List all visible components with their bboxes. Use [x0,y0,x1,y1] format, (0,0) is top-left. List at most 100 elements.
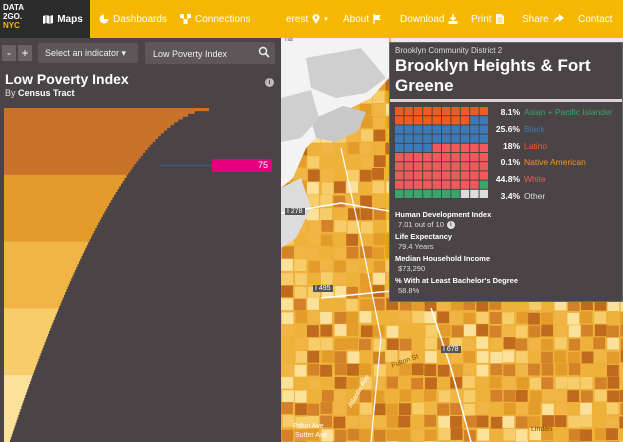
census-tract[interactable] [502,377,515,390]
census-tract[interactable] [541,351,553,364]
census-tract[interactable] [607,337,620,350]
census-tract[interactable] [438,390,451,403]
census-tract[interactable] [463,390,476,402]
download-link[interactable]: Download [400,0,458,38]
census-tract[interactable] [334,311,347,324]
census-tract[interactable] [463,338,475,351]
zoom-out-button[interactable]: - [2,45,16,61]
census-tract[interactable] [411,377,424,390]
census-tract[interactable] [580,429,592,442]
census-tract[interactable] [360,402,373,415]
census-tract[interactable] [594,389,607,402]
census-tract[interactable] [373,403,386,416]
census-tract[interactable] [594,402,607,415]
census-tract[interactable] [320,272,333,285]
census-tract[interactable] [307,247,320,259]
census-tract[interactable] [346,312,358,324]
census-tract[interactable] [567,377,580,389]
census-tract[interactable] [619,390,623,402]
census-tract[interactable] [607,390,620,403]
census-tract[interactable] [541,338,553,351]
about-link[interactable]: About [343,0,382,38]
census-tract[interactable] [476,415,489,428]
census-tract[interactable] [476,311,489,324]
census-tract[interactable] [542,389,555,402]
census-tract[interactable] [307,169,320,182]
census-tract[interactable] [515,338,528,351]
census-tract[interactable] [346,156,359,169]
census-tract[interactable] [281,273,294,286]
census-tract[interactable] [373,272,385,285]
census-tract[interactable] [554,390,567,402]
census-tract[interactable] [295,351,308,363]
census-tract[interactable] [360,221,373,234]
census-tract[interactable] [307,273,320,286]
census-tract[interactable] [554,350,566,363]
census-tract[interactable] [580,377,593,389]
census-tract[interactable] [528,402,541,415]
census-tract[interactable] [307,403,320,416]
census-tract[interactable] [593,337,606,350]
census-tract[interactable] [281,312,294,325]
census-tract[interactable] [606,402,619,415]
census-tract[interactable] [490,389,503,402]
census-tract[interactable] [594,377,607,390]
census-tract[interactable] [503,389,516,402]
census-tract[interactable] [568,402,580,415]
census-tract[interactable] [398,377,410,390]
selected-tract-value-marker[interactable]: 75 [212,159,272,172]
census-tract[interactable] [594,311,607,324]
census-tract[interactable] [489,403,502,416]
ranked-distribution-chart[interactable] [0,104,281,442]
census-tract[interactable] [320,324,333,337]
census-tract[interactable] [334,169,347,182]
info-icon[interactable]: i [446,221,455,230]
data2go-logo[interactable]: DATA 2GO. NYC [0,0,36,38]
census-tract[interactable] [502,416,515,428]
census-tract[interactable] [372,285,385,297]
census-tract[interactable] [333,195,346,208]
census-tract[interactable] [385,311,398,323]
census-tract[interactable] [529,377,542,390]
census-tract[interactable] [516,402,528,414]
census-tract[interactable] [515,416,528,429]
census-tract[interactable] [515,429,528,442]
census-tract[interactable] [437,403,450,416]
maps-tab[interactable]: Maps [36,0,90,38]
zoom-in-button[interactable]: + [18,45,32,61]
census-tract[interactable] [554,428,566,441]
census-tract[interactable] [346,272,358,285]
search-icon[interactable] [258,46,270,58]
census-tract[interactable] [373,364,386,377]
census-tract[interactable] [503,428,516,441]
census-tract[interactable] [477,428,490,441]
census-tract[interactable] [321,169,334,182]
census-tract[interactable] [282,390,294,402]
census-tract[interactable] [541,324,554,337]
census-tract[interactable] [555,403,568,416]
census-tract[interactable] [528,325,541,338]
census-tract[interactable] [515,325,528,338]
census-tract[interactable] [334,390,346,403]
census-tract[interactable] [281,285,293,298]
census-tract[interactable] [450,416,462,428]
census-tract[interactable] [502,325,515,338]
points-of-interest-dropdown[interactable]: erest ▾ [286,0,328,38]
census-tract[interactable] [490,337,503,350]
census-tract[interactable] [373,155,386,168]
census-tract[interactable] [295,403,307,416]
census-tract[interactable] [360,155,373,168]
census-tract[interactable] [568,338,581,351]
census-tract[interactable] [346,181,359,193]
census-tract[interactable] [425,337,437,350]
census-tract[interactable] [463,376,475,388]
indicator-select[interactable]: Select an indicator ▾ [38,43,138,63]
census-tract[interactable] [373,233,386,246]
census-tract[interactable] [308,260,321,273]
census-tract[interactable] [307,325,319,337]
census-tract[interactable] [490,351,503,364]
census-tract[interactable] [333,416,346,429]
census-tract[interactable] [307,233,320,246]
census-tract[interactable] [333,260,346,273]
census-tract[interactable] [424,364,437,376]
